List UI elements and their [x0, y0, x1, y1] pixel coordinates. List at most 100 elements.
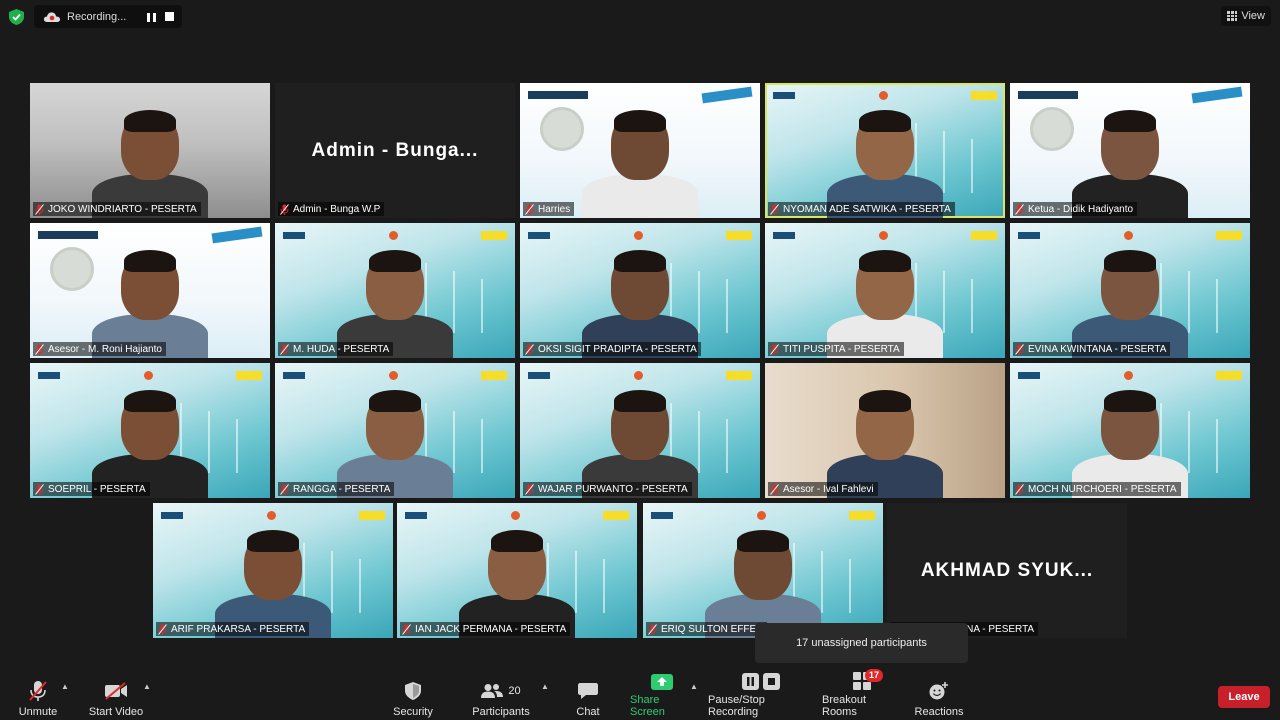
video-tile-arif-prakarsa-peserta[interactable]: ARIF PRAKARSA - PESERTA — [153, 503, 393, 638]
anniversary-logo-icon — [388, 370, 398, 380]
participant-name: EVINA KWINTANA - PESERTA — [1028, 343, 1167, 355]
background-logo-strip — [528, 229, 752, 241]
wind-turbine-graphic — [453, 271, 455, 333]
video-tile-oksi-sigit-pradipta-peserta[interactable]: OKSI SIGIT PRADIPTA - PESERTA — [520, 223, 760, 358]
participant-name: IAN JACK PERMANA - PESERTA — [415, 623, 567, 635]
face — [121, 250, 179, 320]
anniversary-logo-icon — [878, 230, 888, 240]
wind-turbine-graphic — [1188, 411, 1190, 473]
face — [244, 530, 302, 600]
hair — [614, 250, 666, 272]
sertifikasi-badge-icon — [211, 226, 263, 244]
hair — [614, 110, 666, 132]
breakout-label: Breakout Rooms — [822, 694, 867, 718]
wind-turbine-graphic — [971, 139, 973, 193]
video-tile-m-huda-peserta[interactable]: M. HUDA - PESERTA — [275, 223, 515, 358]
participant-name: WAJAR PURWANTO - PESERTA — [538, 483, 688, 495]
kebtke-logo-icon — [1018, 91, 1078, 99]
pln-logo-icon — [1216, 370, 1242, 380]
reactions-icon — [929, 682, 948, 700]
video-options-caret-icon[interactable]: ▲ — [143, 682, 151, 691]
muted-mic-icon — [35, 483, 44, 495]
face — [611, 110, 669, 180]
participant-name-label: WAJAR PURWANTO - PESERTA — [523, 482, 692, 496]
bumn-logo-icon — [1018, 371, 1040, 379]
wind-turbine-graphic — [1216, 419, 1218, 473]
video-tile-nyoman-ade-satwika-peserta[interactable]: NYOMAN ADE SATWIKA - PESERTA — [765, 83, 1005, 218]
video-tile-ian-jack-permana-peserta[interactable]: IAN JACK PERMANA - PESERTA — [397, 503, 637, 638]
pause-recording-icon[interactable] — [145, 11, 157, 23]
participant-name-label: ERIQ SULTON EFFEN — [646, 622, 768, 636]
chat-button[interactable]: Chat — [573, 674, 603, 718]
pause-stop-label: Pause/Stop Recording — [708, 694, 765, 718]
muted-mic-icon — [525, 483, 534, 495]
kebtke-banner — [38, 226, 263, 244]
muted-mic-icon — [158, 623, 167, 635]
participant-name: NYOMAN ADE SATWIKA - PESERTA — [783, 203, 951, 215]
participant-name: M. HUDA - PESERTA — [293, 343, 390, 355]
hair — [124, 390, 176, 412]
video-tile-asesor-m-roni-hajianto[interactable]: Asesor - M. Roni Hajianto — [30, 223, 270, 358]
reactions-button[interactable]: Reactions — [914, 674, 964, 718]
share-screen-button[interactable]: Share Screen — [630, 674, 694, 718]
video-tile-wajar-purwanto-peserta[interactable]: WAJAR PURWANTO - PESERTA — [520, 363, 760, 498]
face — [1101, 110, 1159, 180]
start-video-button[interactable]: Start Video — [88, 674, 144, 718]
video-tile-eriq-sulton-effen[interactable]: ERIQ SULTON EFFEN — [643, 503, 883, 638]
face — [366, 390, 424, 460]
unmute-button[interactable]: Unmute — [18, 674, 58, 718]
pln-logo-icon — [481, 230, 507, 240]
participants-button[interactable]: 20 Participants — [472, 674, 530, 718]
kebtke-banner — [1018, 86, 1243, 104]
stop-recording-icon[interactable] — [165, 12, 174, 21]
face — [1101, 390, 1159, 460]
participants-options-caret-icon[interactable]: ▲ — [541, 682, 549, 691]
face — [1101, 250, 1159, 320]
bumn-logo-icon — [773, 91, 795, 99]
pln-logo-icon — [726, 370, 752, 380]
leave-button[interactable]: Leave — [1218, 686, 1270, 708]
participant-name-label: EVINA KWINTANA - PESERTA — [1013, 342, 1171, 356]
participant-name-label: Ketua - Didik Hadiyanto — [1013, 202, 1138, 216]
participants-label: Participants — [472, 706, 530, 718]
video-tile-evina-kwintana-peserta[interactable]: EVINA KWINTANA - PESERTA — [1010, 223, 1250, 358]
audio-options-caret-icon[interactable]: ▲ — [61, 682, 69, 691]
background-logo-strip — [405, 509, 629, 521]
pln-logo-icon — [971, 90, 997, 100]
participant-name-label: OKSI SIGIT PRADIPTA - PESERTA — [523, 342, 701, 356]
face — [734, 530, 792, 600]
bumn-logo-icon — [651, 511, 673, 519]
breakout-rooms-button[interactable]: 17 Breakout Rooms — [822, 669, 902, 718]
hair — [491, 530, 543, 552]
view-button[interactable]: View — [1221, 6, 1271, 26]
anniversary-logo-icon — [1123, 230, 1133, 240]
video-tile-rangga-peserta[interactable]: RANGGA - PESERTA — [275, 363, 515, 498]
video-tile-ukri-maulana-peserta[interactable]: AKHMAD SYUK... UKRI MAULANA - PESERTA — [887, 503, 1127, 638]
hair — [737, 530, 789, 552]
face — [121, 110, 179, 180]
video-tile-joko-windriarto-peserta[interactable]: JOKO WINDRIARTO - PESERTA — [30, 83, 270, 218]
video-tile-moch-nurchoeri-peserta[interactable]: MOCH NURCHOERI - PESERTA — [1010, 363, 1250, 498]
video-tile-titi-puspita-peserta[interactable]: TITI PUSPITA - PESERTA — [765, 223, 1005, 358]
participant-name: JOKO WINDRIARTO - PESERTA — [48, 203, 197, 215]
participant-name-label: Asesor - M. Roni Hajianto — [33, 342, 166, 356]
video-tile-asesor-ival-fahlevi[interactable]: Asesor - Ival Fahlevi — [765, 363, 1005, 498]
emblem-icon — [1030, 107, 1074, 151]
security-button[interactable]: Security — [392, 674, 434, 718]
video-tile-soepril-peserta[interactable]: SOEPRIL - PESERTA — [30, 363, 270, 498]
wind-turbine-graphic — [603, 559, 605, 613]
video-tile-harries[interactable]: Harries — [520, 83, 760, 218]
wind-turbine-graphic — [208, 411, 210, 473]
participants-icon — [481, 684, 504, 698]
anniversary-logo-icon — [878, 90, 888, 100]
video-off-icon — [105, 682, 127, 700]
video-tile-admin-bunga-w-p[interactable]: Admin - Bunga... Admin - Bunga W.P — [275, 83, 515, 218]
share-options-caret-icon[interactable]: ▲ — [690, 682, 698, 691]
hair — [614, 390, 666, 412]
pause-stop-recording-button[interactable]: Pause/Stop Recording — [708, 673, 814, 718]
pln-logo-icon — [236, 370, 262, 380]
video-tile-ketua-didik-hadiyanto[interactable]: Ketua - Didik Hadiyanto — [1010, 83, 1250, 218]
muted-mic-icon — [1015, 203, 1024, 215]
background-logo-strip — [773, 89, 997, 101]
kebtke-logo-icon — [528, 91, 588, 99]
